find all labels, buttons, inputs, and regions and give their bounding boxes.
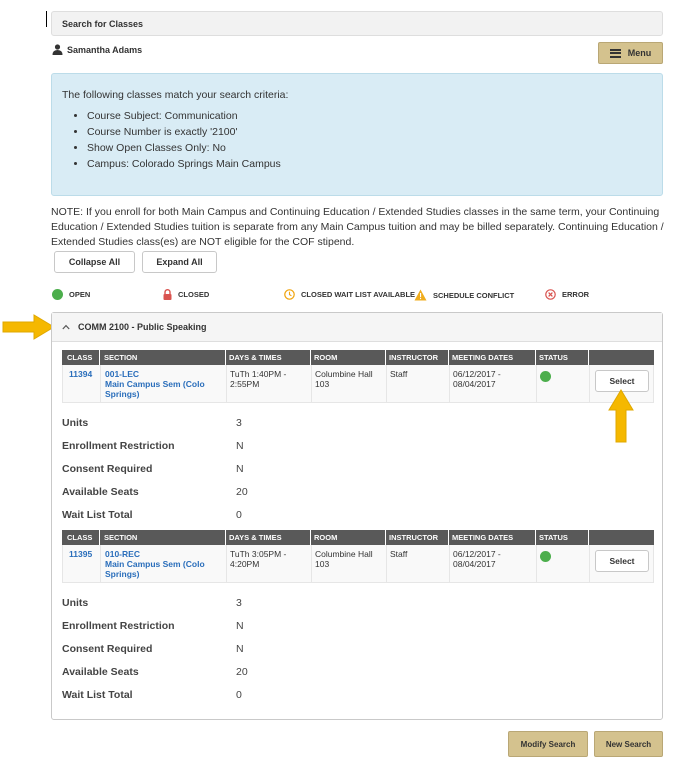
collapse-all-button[interactable]: Collapse All [54,251,135,273]
section-code: 001-LEC [105,369,140,379]
legend-open-label: OPEN [69,290,91,299]
col-meeting-dates: MEETING DATES [452,533,514,542]
section-table-header: CLASS SECTION DAYS & TIMES ROOM INSTRUCT… [62,530,654,545]
col-class: CLASS [67,533,93,542]
col-room: ROOM [314,533,338,542]
new-search-button[interactable]: New Search [594,731,663,757]
section-link[interactable]: 010-REC Main Campus Sem (Colo Springs) [105,549,223,579]
room: Columbine Hall 103 [315,549,373,569]
col-days-times: DAYS & TIMES [229,533,282,542]
legend-conflict: SCHEDULE CONFLICT [414,289,514,301]
section-code: 010-REC [105,549,140,559]
user-icon [52,44,63,55]
criteria-item: Show Open Classes Only: No [87,142,652,154]
col-section: SECTION [104,533,138,542]
legend-closed-wait: CLOSED WAIT LIST AVAILABLE [284,289,415,300]
legend-open: OPEN [52,289,90,300]
instructor: Staff [390,369,408,379]
open-status-icon [540,371,551,382]
available-seats-label: Available Seats [62,486,139,498]
units-value: 3 [236,597,242,609]
units-value: 3 [236,417,242,429]
course-header[interactable]: COMM 2100 - Public Speaking [52,313,662,342]
enrollment-restriction-label: Enrollment Restriction [62,620,175,632]
legend-conflict-label: SCHEDULE CONFLICT [433,290,515,300]
col-instructor: INSTRUCTOR [389,353,439,362]
units-label: Units [62,417,89,429]
col-room: ROOM [314,353,338,362]
days-times: TuTh 3:05PM - 4:20PM [230,549,287,569]
col-instructor: INSTRUCTOR [389,533,439,542]
modify-search-button[interactable]: Modify Search [508,731,588,757]
course-panel: COMM 2100 - Public Speaking CLASS SECTIO… [51,312,663,720]
chevron-up-icon [62,324,70,330]
select-button[interactable]: Select [595,550,649,572]
menu-button[interactable]: Menu [598,42,663,64]
lock-icon [163,289,172,300]
class-number-link[interactable]: 11394 [69,369,92,379]
enrollment-restriction-label: Enrollment Restriction [62,440,175,452]
legend-closed-wait-label: CLOSED WAIT LIST AVAILABLE [301,290,416,299]
consent-required-value: N [236,643,244,655]
criteria-intro: The following classes match your search … [62,89,289,101]
days-times: TuTh 1:40PM - 2:55PM [230,369,287,389]
instructor: Staff [390,549,408,559]
consent-required-label: Consent Required [62,643,153,655]
warning-icon [414,289,427,301]
expand-all-button[interactable]: Expand All [142,251,217,273]
table-row: 11394 001-LEC Main Campus Sem (Colo Spri… [62,365,654,403]
class-number-link[interactable]: 11395 [69,549,92,559]
meeting-dates: 06/12/2017 - 08/04/2017 [453,549,501,569]
annotation-arrow-up-icon [608,389,634,443]
section-table-header: CLASS SECTION DAYS & TIMES ROOM INSTRUCT… [62,350,654,365]
section-link[interactable]: 001-LEC Main Campus Sem (Colo Springs) [105,369,223,399]
criteria-item: Campus: Colorado Springs Main Campus [87,158,652,170]
col-days-times: DAYS & TIMES [229,353,282,362]
user-info: Samantha Adams [52,44,142,55]
available-seats-label: Available Seats [62,666,139,678]
wait-list-total-value: 0 [236,509,242,521]
error-icon [545,289,556,300]
open-status-icon [540,551,551,562]
col-meeting-dates: MEETING DATES [452,353,514,362]
col-status: STATUS [539,533,568,542]
annotation-arrow-right-icon [2,314,55,340]
consent-required-value: N [236,463,244,475]
meeting-dates: 06/12/2017 - 08/04/2017 [453,369,501,389]
enrollment-note: NOTE: If you enroll for both Main Campus… [51,206,664,248]
criteria-item: Course Subject: Communication [87,110,652,122]
search-header-bar[interactable]: Search for Classes [51,11,663,36]
available-seats-value: 20 [236,486,248,498]
clock-icon [284,289,295,300]
enrollment-restriction-value: N [236,440,244,452]
hamburger-icon [609,48,621,58]
legend-error-label: ERROR [562,290,590,299]
wait-list-total-label: Wait List Total [62,509,133,521]
section-name: Main Campus Sem (Colo Springs) [105,559,205,579]
wait-list-total-label: Wait List Total [62,689,133,701]
criteria-list: Course Subject: Communication Course Num… [62,110,652,170]
open-status-icon [52,289,63,300]
criteria-item: Course Number is exactly '2100' [87,126,652,138]
available-seats-value: 20 [236,666,248,678]
col-section: SECTION [104,353,138,362]
search-criteria-box: The following classes match your search … [51,73,663,196]
col-class: CLASS [67,353,93,362]
legend-error: ERROR [545,289,589,300]
consent-required-label: Consent Required [62,463,153,475]
enrollment-restriction-value: N [236,620,244,632]
col-status: STATUS [539,353,568,362]
text-cursor [46,11,47,27]
section-name: Main Campus Sem (Colo Springs) [105,379,205,399]
legend-closed: CLOSED [163,289,209,300]
menu-label: Menu [627,48,652,58]
table-row: 11395 010-REC Main Campus Sem (Colo Spri… [62,545,654,583]
units-label: Units [62,597,89,609]
room: Columbine Hall 103 [315,369,373,389]
user-name: Samantha Adams [67,44,143,55]
course-title: COMM 2100 - Public Speaking [78,322,207,332]
wait-list-total-value: 0 [236,689,242,701]
legend-closed-label: CLOSED [178,290,210,299]
